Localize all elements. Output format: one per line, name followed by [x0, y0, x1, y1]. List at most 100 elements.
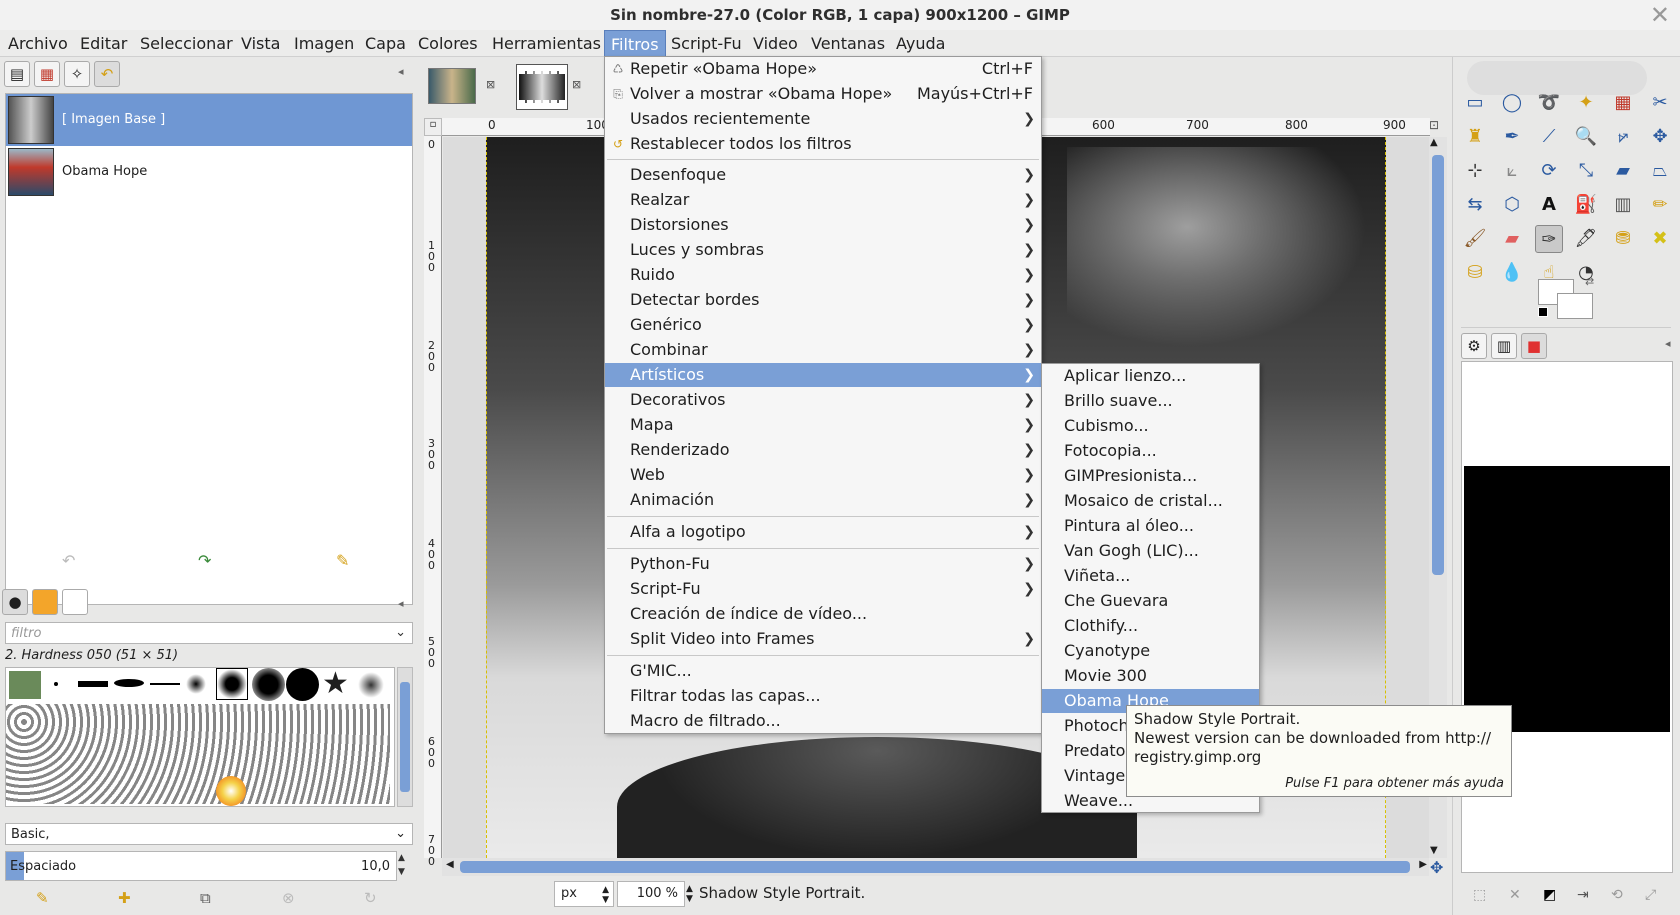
menu-item-van-gogh[interactable]: Van Gogh (LIC)...	[1042, 539, 1259, 563]
bucket-fill-tool-icon[interactable]: ⛽	[1572, 191, 1600, 219]
menu-item-fotocopia[interactable]: Fotocopia...	[1042, 439, 1259, 463]
brush-item[interactable]	[252, 668, 285, 701]
menu-archivo[interactable]: Archivo	[2, 30, 74, 57]
star-icon[interactable]: ★	[322, 668, 349, 701]
delete-brush-icon[interactable]: ⊗	[282, 889, 295, 907]
edit-brush-icon[interactable]: ✎	[36, 889, 49, 907]
menu-ayuda[interactable]: Ayuda	[890, 30, 951, 57]
menu-item-combinar[interactable]: Combinar ❯	[605, 338, 1041, 362]
layer-row-imagen-base[interactable]: [ Imagen Base ]	[6, 94, 412, 146]
export-options-icon[interactable]: ⇥	[1577, 887, 1589, 903]
menu-seleccionar[interactable]: Seleccionar	[134, 30, 239, 57]
foreground-select-tool-icon[interactable]: ♜	[1461, 123, 1489, 151]
brush-item[interactable]	[216, 668, 248, 700]
heal-tool-icon[interactable]: ✖	[1646, 225, 1674, 253]
pencil-tool-icon[interactable]: ✏	[1646, 191, 1674, 219]
quick-mask-icon[interactable]: ▫	[424, 118, 442, 136]
gradients-tab-icon[interactable]	[62, 589, 88, 615]
lasso-tool-icon[interactable]: ➰	[1535, 89, 1563, 117]
menu-item-ruido[interactable]: Ruido ❯	[605, 263, 1041, 287]
spacing-slider[interactable]: Espaciado 10,0	[5, 851, 397, 881]
scroll-up-icon[interactable]: ▲	[1430, 137, 1438, 148]
scale-tool-icon[interactable]: ⤡	[1572, 157, 1600, 185]
menu-filtros[interactable]: Filtros	[604, 30, 666, 57]
brush-item[interactable]	[6, 704, 390, 804]
align-tool-icon[interactable]: ⊹	[1461, 157, 1489, 185]
menu-item-reshow[interactable]: ⎘ Volver a mostrar «Obama Hope» Mayús+Ctrl…	[605, 82, 1041, 106]
brushes-tab-icon[interactable]: ●	[2, 589, 28, 615]
menu-item-gimpresionista[interactable]: GIMPresionista...	[1042, 464, 1259, 488]
background-color-swatch[interactable]	[1557, 293, 1593, 319]
new-brush-icon[interactable]: ✚	[118, 889, 131, 907]
menu-herramientas[interactable]: Herramientas	[486, 30, 607, 57]
menu-editar[interactable]: Editar	[74, 30, 133, 57]
patterns-tab-icon[interactable]	[32, 589, 58, 615]
move-tool-icon[interactable]: ✥	[1646, 123, 1674, 151]
cage-tool-icon[interactable]: ⬡	[1498, 191, 1526, 219]
close-tab-icon[interactable]: ⊠	[572, 78, 581, 91]
clear-history-icon[interactable]: ✎	[336, 551, 349, 570]
duplicate-brush-icon[interactable]: ⧉	[200, 889, 211, 907]
ellipse-select-tool-icon[interactable]: ◯	[1498, 89, 1526, 117]
menu-item-reset-filters[interactable]: ↺ Restablecer todos los filtros	[605, 132, 1041, 156]
menu-video[interactable]: Video	[747, 30, 804, 57]
menu-item-artisticos[interactable]: Artísticos ❯	[605, 363, 1041, 387]
menu-item-split-video[interactable]: Split Video into Frames ❯	[605, 627, 1041, 651]
brush-preset-select[interactable]: Basic, ⌄	[5, 823, 413, 845]
select-by-color-tool-icon[interactable]: ▦	[1609, 89, 1637, 117]
unit-select[interactable]: px ▲ ▼	[554, 881, 614, 907]
brush-item[interactable]	[78, 681, 108, 687]
menu-item-web[interactable]: Web ❯	[605, 463, 1041, 487]
perspective-clone-tool-icon[interactable]: ⛁	[1461, 259, 1489, 287]
blend-tool-icon[interactable]: ▥	[1609, 191, 1637, 219]
menu-item-script-fu[interactable]: Script-Fu ❯	[605, 577, 1041, 601]
image-tab-thumbnail[interactable]	[428, 68, 476, 104]
close-tab-icon[interactable]: ⊠	[486, 78, 495, 91]
flip-tool-icon[interactable]: ⇆	[1461, 191, 1489, 219]
ink-tool-icon[interactable]: 🖋	[1572, 225, 1600, 253]
menu-item-filter-all-layers[interactable]: Filtrar todas las capas...	[605, 684, 1041, 708]
zoom-tool-icon[interactable]: 🔍	[1572, 123, 1600, 151]
menu-script-fu[interactable]: Script-Fu	[665, 30, 748, 57]
brush-item[interactable]	[54, 682, 58, 686]
scroll-down-icon[interactable]: ▼	[1430, 845, 1438, 856]
navigate-icon[interactable]: ✥	[1430, 858, 1443, 877]
horizontal-scrollbar[interactable]: ◀ ▶	[442, 858, 1429, 876]
menu-item-brillo-suave[interactable]: Brillo suave...	[1042, 389, 1259, 413]
swap-colors-icon[interactable]: ⇄	[1585, 275, 1594, 288]
menu-item-vineta[interactable]: Viñeta...	[1042, 564, 1259, 588]
paths-tool-icon[interactable]: ✒	[1498, 123, 1526, 151]
menu-item-detectar-bordes[interactable]: Detectar bordes ❯	[605, 288, 1041, 312]
scissors-tool-icon[interactable]: ✂	[1646, 89, 1674, 117]
menu-item-distorsiones[interactable]: Distorsiones ❯	[605, 213, 1041, 237]
menu-item-movie-300[interactable]: Movie 300	[1042, 664, 1259, 688]
menu-item-realzar[interactable]: Realzar ❯	[605, 188, 1041, 212]
layers-tab-icon[interactable]: ▤	[4, 61, 30, 87]
menu-item-decorativos[interactable]: Decorativos ❯	[605, 388, 1041, 412]
scrollbar-thumb[interactable]	[460, 861, 1410, 873]
menu-item-mapa[interactable]: Mapa ❯	[605, 413, 1041, 437]
spacing-stepper[interactable]: ▲ ▼	[398, 851, 405, 879]
menu-capa[interactable]: Capa	[359, 30, 412, 57]
zoom-fit-icon[interactable]: ⊡	[1429, 118, 1447, 136]
brush-item[interactable]	[186, 674, 206, 694]
menu-item-recent[interactable]: Usados recientemente ❯	[605, 107, 1041, 131]
scrollbar-thumb[interactable]	[1432, 155, 1444, 575]
text-tool-icon[interactable]: A	[1535, 191, 1563, 219]
undo-history-tab-icon[interactable]: ↶	[94, 61, 120, 87]
shear-tool-icon[interactable]: ▰	[1609, 157, 1637, 185]
menu-item-animacion[interactable]: Animación ❯	[605, 488, 1041, 512]
color-picker-tool-icon[interactable]: ⟋	[1535, 123, 1563, 151]
blur-tool-icon[interactable]: 💧	[1498, 259, 1526, 287]
paths-tab-icon[interactable]: ✧	[64, 61, 90, 87]
scrollbar-thumb[interactable]	[400, 682, 410, 792]
brush-scrollbar[interactable]	[397, 667, 413, 807]
crop-tool-icon[interactable]: ⟀	[1498, 157, 1526, 185]
paintbrush-tool-icon[interactable]: 🖌	[1461, 225, 1489, 253]
close-icon[interactable]: ✕	[1650, 2, 1670, 28]
device-status-tab-icon[interactable]: ▥	[1491, 333, 1517, 359]
airbrush-tool-icon[interactable]: ✑	[1535, 225, 1563, 253]
panel-menu-icon[interactable]: ◂	[1665, 337, 1671, 350]
redo-icon[interactable]: ↷	[198, 551, 211, 570]
menu-item-filter-macro[interactable]: Macro de filtrado...	[605, 709, 1041, 733]
